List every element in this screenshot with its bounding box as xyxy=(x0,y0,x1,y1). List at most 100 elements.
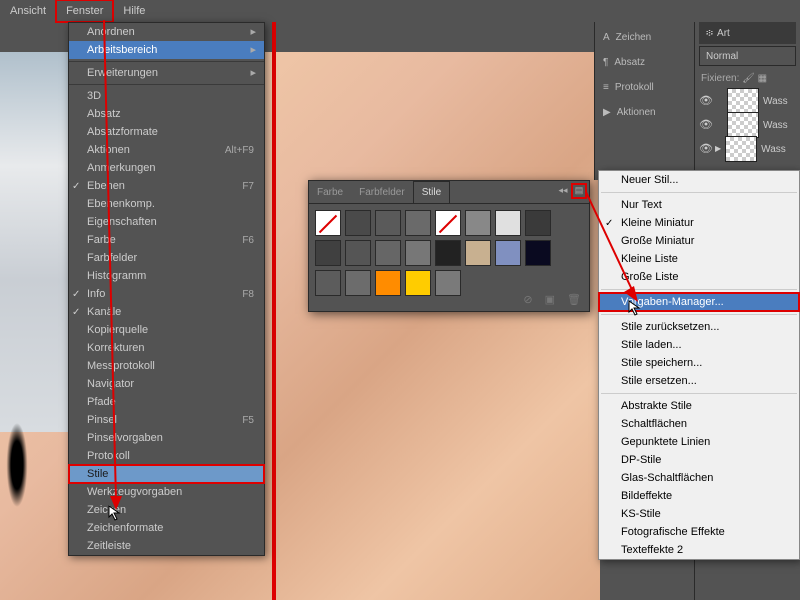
visibility-icon[interactable]: 👁 xyxy=(699,94,711,108)
menu-ansicht[interactable]: Ansicht xyxy=(0,0,56,22)
visibility-icon[interactable]: 👁 xyxy=(699,142,711,156)
style-swatches-grid[interactable] xyxy=(309,204,589,302)
menuitem-pinsel[interactable]: PinselF5 xyxy=(69,411,264,429)
ctx-abstraktestile[interactable]: Abstrakte Stile xyxy=(599,397,799,415)
ctx-nurtext[interactable]: Nur Text xyxy=(599,196,799,214)
menu-hilfe[interactable]: Hilfe xyxy=(113,0,155,22)
panel-tab-aktionen[interactable]: ▶Aktionen xyxy=(595,100,695,125)
ctx-groeminiatur[interactable]: Große Miniatur xyxy=(599,232,799,250)
style-swatch[interactable] xyxy=(315,210,341,236)
ctx-vorgabenmanager[interactable]: Vorgaben-Manager... xyxy=(599,293,799,311)
menuitem-zeitleiste[interactable]: Zeitleiste xyxy=(69,537,264,555)
ctx-schaltflchen[interactable]: Schaltflächen xyxy=(599,415,799,433)
menuitem-kanle[interactable]: ✓Kanäle xyxy=(69,303,264,321)
style-swatch[interactable] xyxy=(375,270,401,296)
style-swatch[interactable] xyxy=(435,210,461,236)
tab-farbfelder[interactable]: Farbfelder xyxy=(351,182,413,203)
style-swatch[interactable] xyxy=(345,270,371,296)
menuitem-absatzformate[interactable]: Absatzformate xyxy=(69,123,264,141)
menuitem-histogramm[interactable]: Histogramm xyxy=(69,267,264,285)
style-swatch[interactable] xyxy=(345,240,371,266)
layer-row[interactable]: 👁▶Wass xyxy=(695,137,800,161)
ctx-stilezurcksetzen[interactable]: Stile zurücksetzen... xyxy=(599,318,799,336)
ctx-kleineminiatur[interactable]: ✓Kleine Miniatur xyxy=(599,214,799,232)
menu-fenster[interactable]: Fenster xyxy=(56,0,113,22)
tab-stile[interactable]: Stile xyxy=(413,181,450,203)
ctx-groeliste[interactable]: Große Liste xyxy=(599,268,799,286)
layer-thumbnail[interactable] xyxy=(725,136,757,162)
menuitem-messprotokoll[interactable]: Messprotokoll xyxy=(69,357,264,375)
style-swatch[interactable] xyxy=(435,270,461,296)
menubar[interactable]: AnsichtFensterHilfe xyxy=(0,0,800,22)
style-swatch[interactable] xyxy=(495,210,521,236)
menuitem-stile[interactable]: Stile xyxy=(69,465,264,483)
menuitem-anordnen[interactable]: Anordnen▸ xyxy=(69,23,264,41)
menuitem-eigenschaften[interactable]: Eigenschaften xyxy=(69,213,264,231)
style-swatch[interactable] xyxy=(375,240,401,266)
ctx-ksstile[interactable]: KS-Stile xyxy=(599,505,799,523)
styles-flyout-menu[interactable]: Neuer Stil...Nur Text✓Kleine MiniaturGro… xyxy=(598,170,800,560)
menuitem-korrekturen[interactable]: Korrekturen xyxy=(69,339,264,357)
ctx-texteffekte2[interactable]: Texteffekte 2 xyxy=(599,541,799,559)
menuitem-anmerkungen[interactable]: Anmerkungen xyxy=(69,159,264,177)
menuitem-erweiterungen[interactable]: Erweiterungen▸ xyxy=(69,64,264,82)
menuitem-info[interactable]: ✓InfoF8 xyxy=(69,285,264,303)
panel-tab-zeichen[interactable]: AZeichen xyxy=(595,25,695,50)
menuitem-ebenen[interactable]: ✓EbenenF7 xyxy=(69,177,264,195)
layer-filter-kind[interactable]: ፨Art xyxy=(699,22,796,44)
panel-tab-absatz[interactable]: ¶Absatz xyxy=(595,50,695,75)
tab-farbe[interactable]: Farbe xyxy=(309,182,351,203)
menuitem-farbfelder[interactable]: Farbfelder xyxy=(69,249,264,267)
layer-thumbnail[interactable] xyxy=(727,112,759,138)
style-swatch[interactable] xyxy=(525,210,551,236)
ctx-bildeffekte[interactable]: Bildeffekte xyxy=(599,487,799,505)
menuitem-zeichen[interactable]: Zeichen xyxy=(69,501,264,519)
ctx-stileladen[interactable]: Stile laden... xyxy=(599,336,799,354)
style-swatch[interactable] xyxy=(405,270,431,296)
menuitem-navigator[interactable]: Navigator xyxy=(69,375,264,393)
collapse-icon[interactable]: ◂◂ xyxy=(557,185,569,197)
style-swatch[interactable] xyxy=(465,240,491,266)
style-swatch[interactable] xyxy=(345,210,371,236)
menuitem-pfade[interactable]: Pfade xyxy=(69,393,264,411)
style-swatch[interactable] xyxy=(495,240,521,266)
ctx-stileersetzen[interactable]: Stile ersetzen... xyxy=(599,372,799,390)
style-swatch[interactable] xyxy=(525,240,551,266)
menuitem-pinselvorgaben[interactable]: Pinselvorgaben xyxy=(69,429,264,447)
blend-mode-select[interactable]: Normal xyxy=(699,46,796,66)
menuitem-arbeitsbereich[interactable]: Arbeitsbereich▸ xyxy=(69,41,264,59)
ctx-neuerstil[interactable]: Neuer Stil... xyxy=(599,171,799,189)
style-swatch[interactable] xyxy=(465,210,491,236)
ctx-glasschaltflchen[interactable]: Glas-Schaltflächen xyxy=(599,469,799,487)
menuitem-farbe[interactable]: FarbeF6 xyxy=(69,231,264,249)
ctx-dpstile[interactable]: DP-Stile xyxy=(599,451,799,469)
panel-tab-protokoll[interactable]: ≡Protokoll xyxy=(595,75,695,100)
style-swatch[interactable] xyxy=(315,240,341,266)
layer-row[interactable]: 👁Wass xyxy=(695,113,800,137)
panel-footer[interactable]: ⊘▣🗑 xyxy=(523,293,581,307)
style-swatch[interactable] xyxy=(375,210,401,236)
menuitem-zeichenformate[interactable]: Zeichenformate xyxy=(69,519,264,537)
menuitem-aktionen[interactable]: AktionenAlt+F9 xyxy=(69,141,264,159)
layer-row[interactable]: 👁Wass xyxy=(695,89,800,113)
menuitem-absatz[interactable]: Absatz xyxy=(69,105,264,123)
style-swatch[interactable] xyxy=(435,240,461,266)
menuitem-kopierquelle[interactable]: Kopierquelle xyxy=(69,321,264,339)
ctx-kleineliste[interactable]: Kleine Liste xyxy=(599,250,799,268)
visibility-icon[interactable]: 👁 xyxy=(699,118,711,132)
styles-panel[interactable]: FarbeFarbfelderStile ◂◂ ▤ ⊘▣🗑 xyxy=(308,180,590,312)
style-swatch[interactable] xyxy=(315,270,341,296)
ctx-fotografischeeffekte[interactable]: Fotografische Effekte xyxy=(599,523,799,541)
fenster-dropdown[interactable]: Anordnen▸Arbeitsbereich▸ Erweiterungen▸ 3D… xyxy=(68,22,265,556)
panel-menu-icon[interactable]: ▤ xyxy=(573,185,585,197)
ctx-gepunktetelinien[interactable]: Gepunktete Linien xyxy=(599,433,799,451)
layer-thumbnail[interactable] xyxy=(727,88,759,114)
menuitem-3d[interactable]: 3D xyxy=(69,87,264,105)
style-swatch[interactable] xyxy=(405,240,431,266)
menuitem-ebenenkomp[interactable]: Ebenenkomp. xyxy=(69,195,264,213)
ctx-stilespeichern[interactable]: Stile speichern... xyxy=(599,354,799,372)
menuitem-werkzeugvorgaben[interactable]: Werkzeugvorgaben xyxy=(69,483,264,501)
style-swatch[interactable] xyxy=(405,210,431,236)
side-panel-icons[interactable]: ℹInfoAZeichen¶Absatz≡Protokoll▶Aktionen xyxy=(594,0,695,180)
menuitem-protokoll[interactable]: Protokoll xyxy=(69,447,264,465)
